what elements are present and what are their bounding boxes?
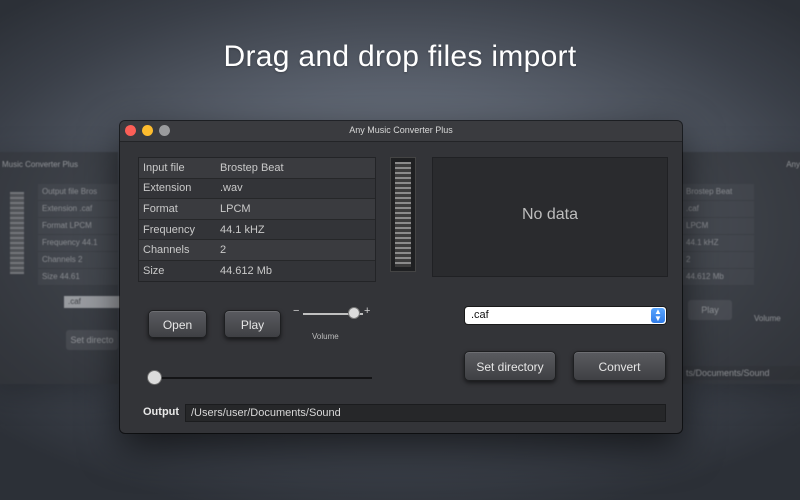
info-value: LPCM: [220, 202, 251, 215]
ghost-right-volume: Volume: [754, 314, 781, 323]
select-arrows-icon: ▲ ▼: [651, 308, 665, 323]
volume-slider-knob[interactable]: [348, 307, 360, 319]
ghost-right-row: 44.612 Mb: [682, 269, 754, 286]
info-label: Input file: [143, 161, 185, 174]
ghost-right-title: Any: [786, 160, 800, 169]
open-button[interactable]: Open: [148, 310, 207, 338]
ghost-left-row: Extension .caf: [38, 201, 118, 218]
window-title: Any Music Converter Plus: [349, 125, 453, 135]
no-data-text: No data: [521, 206, 579, 223]
volume-minus-icon: −: [293, 305, 300, 317]
info-value: .wav: [220, 182, 243, 195]
waveform-preview-panel: No data: [432, 157, 668, 277]
info-value: Brostep Beat: [220, 161, 284, 174]
info-value: 44.1 kHZ: [220, 223, 265, 236]
convert-button[interactable]: Convert: [573, 351, 666, 381]
play-button[interactable]: Play: [224, 310, 281, 338]
ghost-left-table: Output file Bros Extension .caf Format L…: [38, 184, 118, 286]
ghost-left-button: Set directo: [66, 330, 118, 350]
ghost-left-meter: [10, 192, 24, 274]
ghost-left-row: Frequency 44.1: [38, 235, 118, 252]
info-value: 44.612 Mb: [220, 264, 272, 277]
ghost-left-select: .caf: [64, 296, 122, 308]
background-window-right: Any Brostep Beat .caf LPCM 44.1 kHZ 2 44…: [682, 152, 800, 384]
app-window: Any Music Converter Plus Input file Bros…: [120, 121, 682, 433]
output-format-select[interactable]: .caf ▲ ▼: [465, 307, 666, 324]
background-window-left: Music Converter Plus Output file Bros Ex…: [0, 152, 122, 384]
table-row: Extension .wav: [139, 178, 375, 200]
ghost-right-row: 2: [682, 252, 754, 269]
ghost-right-row: LPCM: [682, 218, 754, 235]
ghost-left-row: Output file Bros: [38, 184, 118, 201]
output-label: Output: [143, 406, 180, 418]
ghost-right-path: ts/Documents/Sound: [682, 366, 800, 380]
table-row: Size 44.612 Mb: [139, 260, 375, 281]
level-meter-bars: [395, 162, 411, 267]
table-row: Channels 2: [139, 240, 375, 261]
ghost-left-row: Channels 2: [38, 252, 118, 269]
info-label: Format: [143, 202, 178, 215]
volume-plus-icon: +: [364, 305, 371, 317]
level-meter: [390, 157, 416, 272]
playback-slider-knob[interactable]: [146, 370, 162, 385]
promo-headline: Drag and drop files import: [223, 40, 577, 73]
table-row: Frequency 44.1 kHZ: [139, 219, 375, 241]
output-path-field[interactable]: /Users/user/Documents/Sound: [185, 404, 666, 422]
info-value: 2: [220, 244, 227, 257]
ghost-left-row: Format LPCM: [38, 218, 118, 235]
ghost-right-row: .caf: [682, 201, 754, 218]
table-row: Input file Brostep Beat: [139, 158, 375, 179]
table-row: Format LPCM: [139, 199, 375, 220]
ghost-right-button: Play: [688, 300, 732, 320]
volume-label: Volume: [312, 332, 339, 341]
info-label: Frequency: [143, 223, 195, 236]
info-label: Extension: [143, 182, 192, 195]
ghost-left-title: Music Converter Plus: [2, 160, 79, 169]
title-bar[interactable]: Any Music Converter Plus: [120, 121, 682, 142]
ghost-left-row: Size 44.61: [38, 269, 118, 286]
info-label: Channels: [143, 244, 190, 257]
file-info-table: Input file Brostep Beat Extension .wav F…: [138, 157, 376, 282]
ghost-right-row: 44.1 kHZ: [682, 235, 754, 252]
output-format-value: .caf: [471, 309, 489, 321]
set-directory-button[interactable]: Set directory: [464, 351, 556, 381]
ghost-right-table: Brostep Beat .caf LPCM 44.1 kHZ 2 44.612…: [682, 184, 754, 286]
info-label: Size: [143, 264, 165, 277]
playback-slider[interactable]: [154, 377, 372, 379]
ghost-right-row: Brostep Beat: [682, 184, 754, 201]
